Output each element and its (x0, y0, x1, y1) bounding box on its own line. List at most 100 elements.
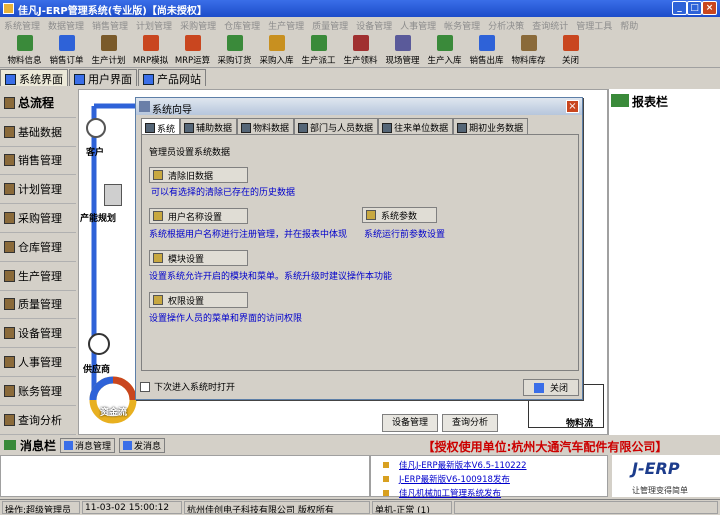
sidebar-label: 质量管理 (18, 298, 62, 312)
module-setting-button[interactable]: 模块设置 (149, 250, 248, 266)
menu-purchase[interactable]: 采购管理 (178, 17, 222, 32)
open-next-time-checkbox[interactable]: 下次进入系统时打开 (140, 380, 235, 393)
title-bar: 佳凡J-ERP管理系统(专业版)【尚未授权】 _ □ × (0, 0, 720, 17)
checkbox-box[interactable] (140, 381, 150, 392)
toolbar-button-1[interactable]: 销售订单 (48, 32, 85, 67)
minimize-button[interactable]: _ (672, 1, 687, 15)
sidebar-item-accounts[interactable]: 账务管理 (0, 377, 76, 406)
main-tabs: 系统界面 用户界面 产品网站 (0, 69, 207, 87)
query-analysis-button[interactable]: 查询分析 (442, 414, 498, 432)
dialog-tab-material[interactable]: 物料数据 (237, 118, 295, 134)
news-item[interactable]: 佳凡机械加工管理系统发布 (399, 487, 501, 499)
toolbar-button-4[interactable]: MRP运算 (174, 32, 211, 67)
sidebar-item-production[interactable]: 生产管理 (0, 262, 76, 291)
sidebar-item-flow[interactable]: 总流程 (0, 89, 76, 118)
toolbar-button-13[interactable]: 关闭 (552, 32, 589, 67)
menu-warehouse[interactable]: 仓库管理 (222, 17, 266, 32)
tab-user[interactable]: 用户界面 (69, 69, 137, 86)
toolbar-label: 生产入库 (427, 56, 462, 66)
dialog-tab-label: 往来单位数据 (394, 124, 449, 134)
dialog-tab-aux[interactable]: 辅助数据 (180, 118, 238, 134)
status-copyright: 杭州佳创电子科技有限公司 版权所有 (184, 501, 370, 514)
dialog-tab-opening[interactable]: 期初业务数据 (453, 118, 529, 134)
username-setting-desc: 系统根据用户名称进行注册管理，并在报表中体现 (149, 230, 348, 240)
cycle-label: 资金流 (100, 408, 128, 418)
menu-tools[interactable]: 管理工具 (574, 17, 618, 32)
message-bar-title: 消息栏 (20, 438, 57, 453)
clear-data-button[interactable]: 清除旧数据 (149, 167, 248, 183)
menu-plan[interactable]: 计划管理 (134, 17, 178, 32)
menu-hr[interactable]: 人事管理 (398, 17, 442, 32)
manage-icon (64, 440, 74, 450)
message-manage-tab[interactable]: 消息管理 (60, 437, 116, 453)
dialog-tab-label: 期初业务数据 (469, 124, 524, 134)
menu-equipment[interactable]: 设备管理 (354, 17, 398, 32)
toolbar-button-5[interactable]: 采购订货 (216, 32, 253, 67)
menu-help[interactable]: 帮助 (618, 17, 644, 32)
dialog-tab-system[interactable]: 系统 (141, 118, 181, 135)
aux-data-icon (184, 122, 195, 133)
toolbar-button-6[interactable]: 采购入库 (258, 32, 295, 67)
menu-data[interactable]: 数据管理 (46, 17, 90, 32)
tab-system[interactable]: 系统界面 (0, 69, 68, 86)
sidebar-item-plan[interactable]: 计划管理 (0, 175, 76, 205)
key-icon (366, 210, 376, 220)
key-icon (153, 211, 163, 221)
sidebar-item-hr[interactable]: 人事管理 (0, 348, 76, 377)
equipment-mgmt-button[interactable]: 设备管理 (382, 414, 438, 432)
toolbar-button-0[interactable]: 物料信息 (6, 32, 43, 67)
toolbar-button-10[interactable]: 生产入库 (426, 32, 463, 67)
system-params-button[interactable]: 系统参数 (362, 207, 437, 223)
send-icon (123, 440, 133, 450)
sales-order-icon (58, 35, 75, 51)
toolbar-button-8[interactable]: 生产领料 (342, 32, 379, 67)
sidebar-item-sales[interactable]: 销售管理 (0, 147, 76, 176)
menu-production[interactable]: 生产管理 (266, 17, 310, 32)
system-icon (145, 123, 155, 133)
tab-website[interactable]: 产品网站 (138, 69, 206, 86)
maximize-button[interactable]: □ (687, 1, 702, 15)
send-message-tab[interactable]: 发消息 (119, 437, 166, 453)
menu-query[interactable]: 查询统计 (530, 17, 574, 32)
sidebar-item-basic[interactable]: 基础数据 (0, 118, 76, 147)
sidebar-item-quality[interactable]: 质量管理 (0, 291, 76, 320)
button-label: 系统参数 (381, 211, 418, 222)
toolbar-button-3[interactable]: MRP模拟 (132, 32, 169, 67)
flow-icon (4, 96, 15, 109)
permission-setting-button[interactable]: 权限设置 (149, 292, 248, 308)
sidebar-item-query[interactable]: 查询分析 (0, 406, 76, 435)
sidebar-label: 采购管理 (18, 212, 62, 226)
menu-accounts[interactable]: 帐务管理 (442, 17, 486, 32)
sidebar-item-purchase[interactable]: 采购管理 (0, 204, 76, 233)
toolbar-button-7[interactable]: 生产派工 (300, 32, 337, 67)
dialog-close-button[interactable]: 关闭 (523, 379, 579, 396)
system-params-desc: 系统运行前参数设置 (364, 230, 446, 240)
dialog-page: 管理员设置系统数据 清除旧数据 可以有选择的清除已存在的历史数据 用户名称设置 … (141, 134, 579, 371)
toolbar-button-2[interactable]: 生产计划 (90, 32, 127, 67)
close-window-button[interactable]: × (702, 1, 717, 15)
toolbar-button-9[interactable]: 现场管理 (384, 32, 421, 67)
capacity-icon (104, 184, 122, 206)
menu-sales[interactable]: 销售管理 (90, 17, 134, 32)
username-setting-button[interactable]: 用户名称设置 (149, 208, 248, 224)
sidebar-item-equipment[interactable]: 设备管理 (0, 319, 76, 349)
dialog-tab-partners[interactable]: 往来单位数据 (378, 118, 454, 134)
prod-in-icon (436, 35, 453, 51)
news-item[interactable]: 佳凡J-ERP最新版本V6.5-110222 (399, 459, 527, 471)
clear-data-desc: 可以有选择的清除已存在的历史数据 (151, 188, 296, 198)
toolbar-label: 销售出库 (469, 56, 504, 66)
menu-analysis[interactable]: 分析决策 (486, 17, 530, 32)
button-label: 用户名称设置 (168, 212, 223, 223)
toolbar-button-12[interactable]: 物料库存 (510, 32, 547, 67)
menu-system[interactable]: 系统管理 (2, 17, 46, 32)
menu-quality[interactable]: 质量管理 (310, 17, 354, 32)
dialog-tab-dept[interactable]: 部门与人员数据 (294, 118, 379, 134)
website-tab-icon (143, 73, 154, 85)
news-item[interactable]: J-ERP最新版V6-100918发布 (399, 473, 510, 485)
button-label: 模块设置 (168, 254, 205, 265)
sidebar-item-warehouse[interactable]: 仓库管理 (0, 233, 76, 262)
sidebar-label: 基础数据 (18, 125, 62, 139)
dialog-close-icon[interactable]: × (566, 100, 579, 113)
toolbar-button-11[interactable]: 销售出库 (468, 32, 505, 67)
toolbar-label: 销售订单 (49, 56, 84, 66)
